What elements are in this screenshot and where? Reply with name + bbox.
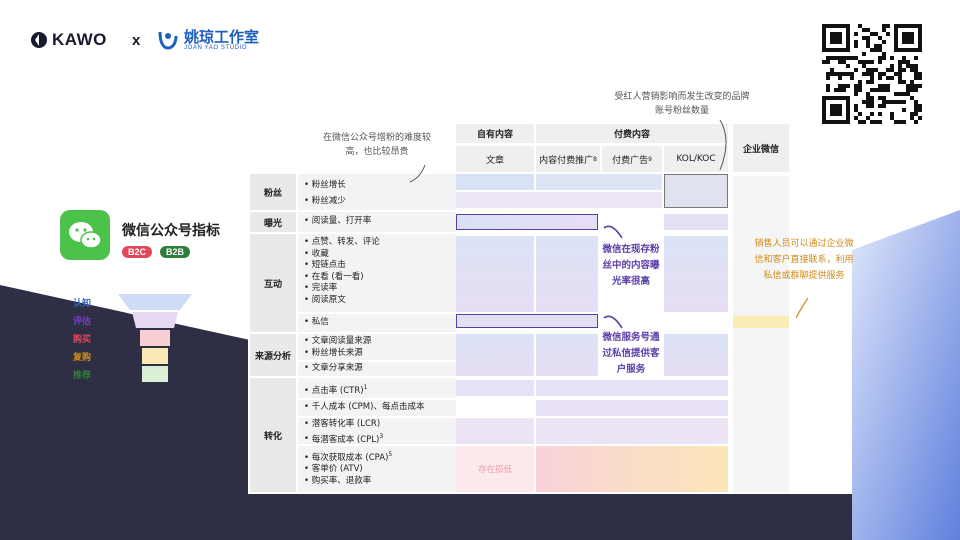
arrow-kol-note: [719, 119, 727, 171]
annotation-arrows: [409, 119, 809, 329]
arrow-exposure: [603, 225, 623, 239]
arrow-fans-note: [409, 164, 426, 183]
arrow-dm: [603, 315, 623, 329]
arrow-enterprise: [795, 297, 809, 319]
